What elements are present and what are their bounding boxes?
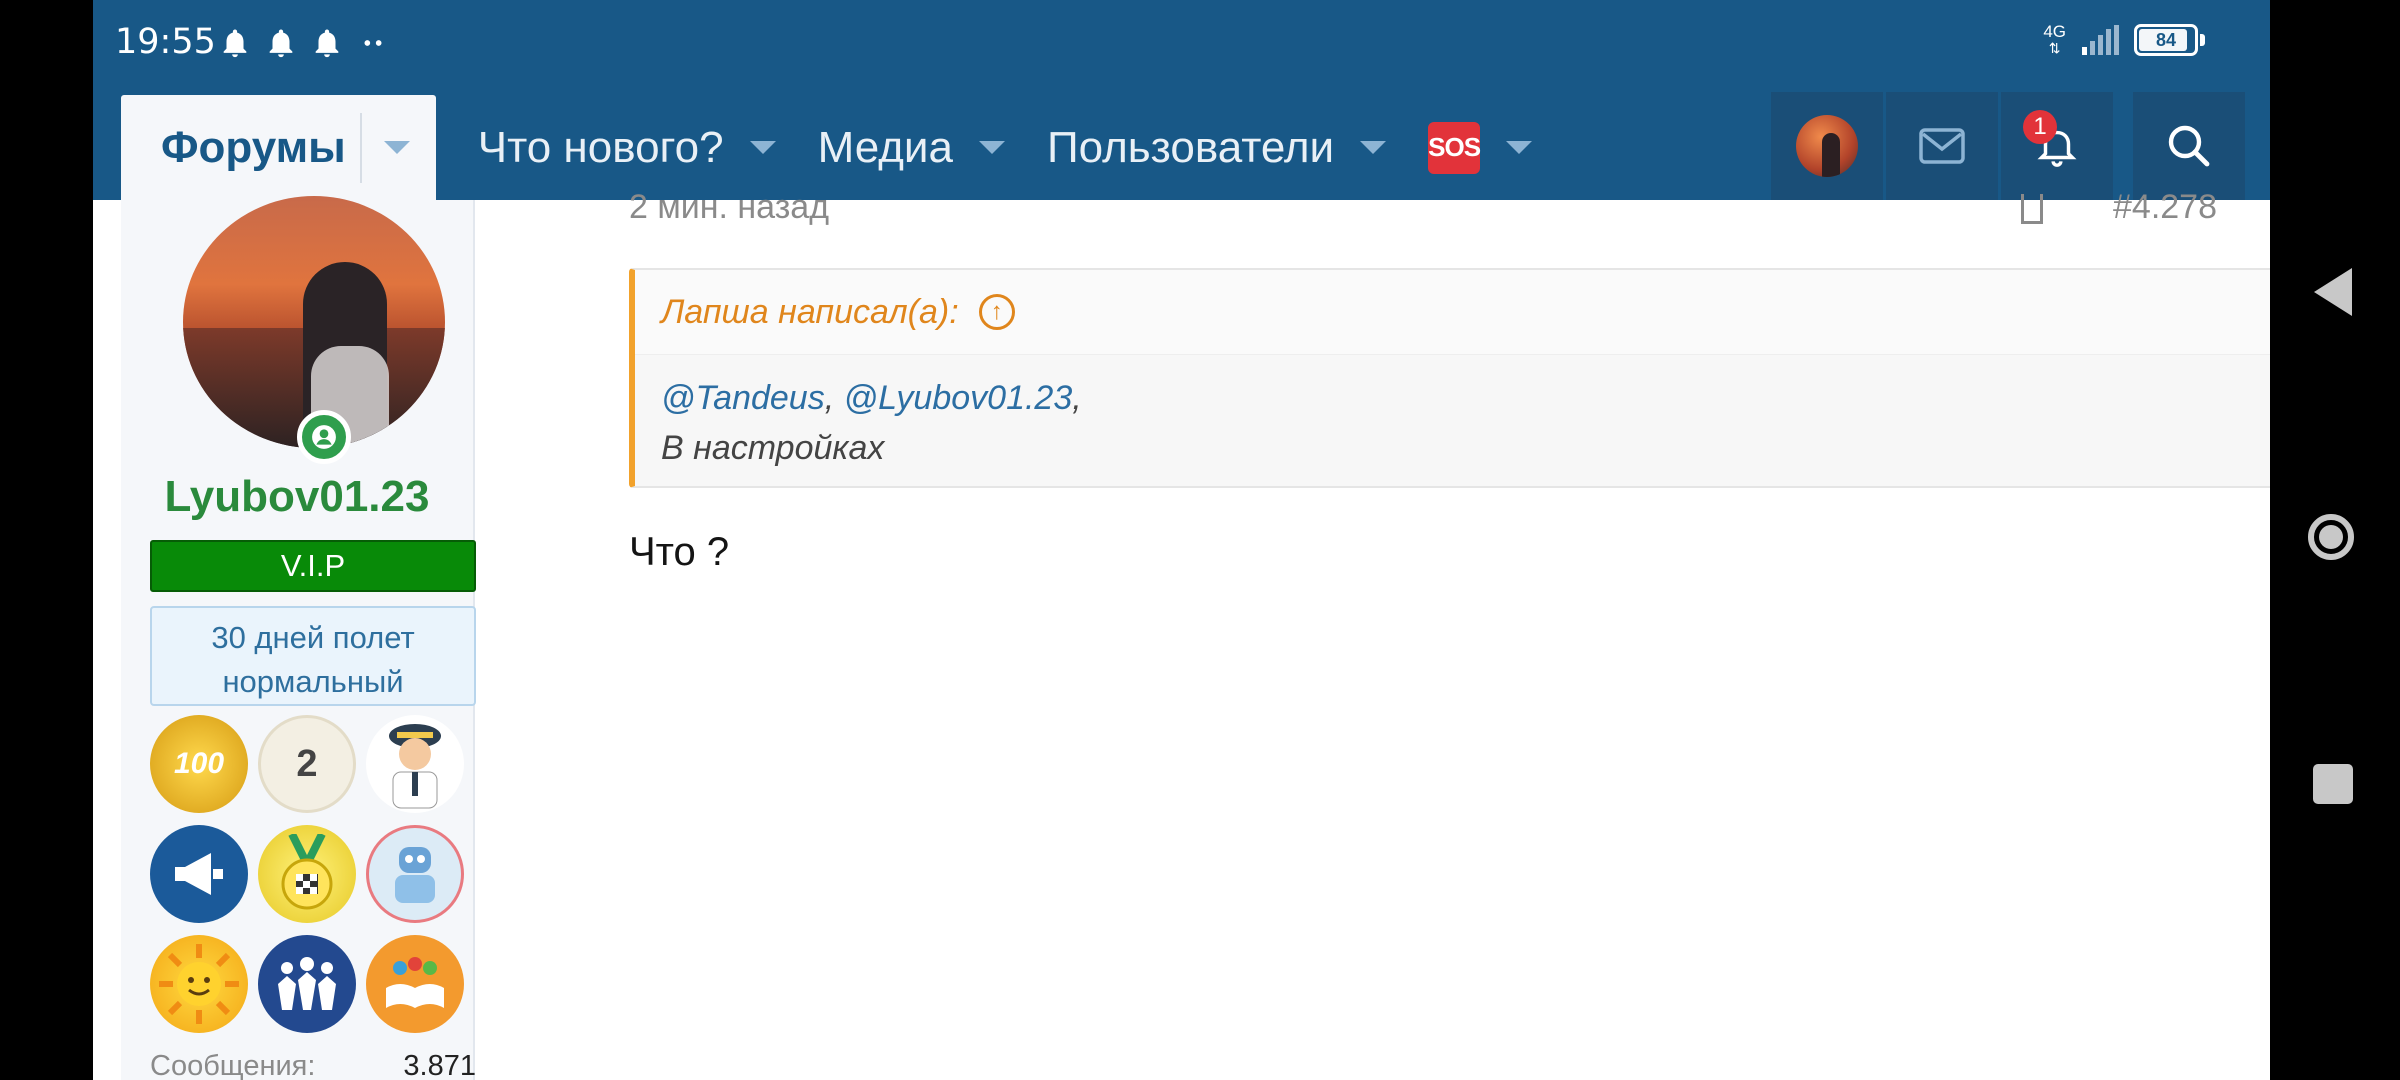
search-icon bbox=[2168, 125, 2210, 167]
user-status-box: 30 дней полет нормальный bbox=[150, 606, 476, 706]
more-dots-icon bbox=[364, 40, 382, 46]
sun-icon bbox=[159, 944, 239, 1024]
post-message: Что ? bbox=[629, 530, 730, 574]
status-time: 19:55 bbox=[115, 22, 216, 62]
megaphone-trophy-icon[interactable] bbox=[150, 825, 248, 923]
medal-trophy-icon[interactable] bbox=[258, 825, 356, 923]
post-number[interactable]: #4.278 bbox=[2113, 188, 2217, 227]
battery-icon: 84 bbox=[2134, 24, 2198, 56]
robot-trophy-icon[interactable] bbox=[366, 825, 464, 923]
tab-members[interactable]: Пользователи bbox=[1046, 122, 1387, 173]
chevron-down-icon[interactable] bbox=[978, 141, 1005, 154]
stat-messages: Сообщения: 3.871 bbox=[150, 1050, 476, 1080]
envelope-icon bbox=[1919, 128, 1965, 164]
account-button[interactable] bbox=[1771, 92, 1883, 200]
tab-whats-new-label: Что нового? bbox=[477, 122, 724, 172]
comma: , bbox=[824, 379, 844, 417]
app-screen: 19:55 4G ⇅ 84 Форумы Что нового? Медиа П… bbox=[93, 0, 2270, 1080]
inbox-button[interactable] bbox=[1886, 92, 1998, 200]
trophy-icon[interactable]: 2 bbox=[258, 715, 356, 813]
tab-media[interactable]: Медиа bbox=[818, 123, 1005, 173]
mention-link[interactable]: @Lyubov01.23 bbox=[844, 379, 1073, 417]
user-status-line1: 30 дней полет bbox=[211, 620, 415, 655]
tab-forums[interactable]: Форумы bbox=[121, 95, 436, 200]
book-icon bbox=[386, 957, 444, 1008]
tab-divider bbox=[359, 112, 362, 183]
user-icon bbox=[312, 425, 336, 449]
post-time[interactable]: 2 мин. назад bbox=[629, 188, 829, 227]
comma: , bbox=[1072, 379, 1082, 417]
robot-icon bbox=[395, 847, 435, 903]
user-status-line2: нормальный bbox=[222, 664, 404, 699]
stat-label: Сообщения: bbox=[150, 1050, 316, 1080]
user-rank-banner: V.I.P bbox=[150, 540, 476, 592]
megaphone-icon bbox=[175, 853, 223, 895]
post-author-panel: Lyubov01.23 V.I.P 30 дней полет нормальн… bbox=[121, 196, 476, 1080]
user-nav: 1 bbox=[1771, 92, 2116, 200]
bookmark-icon[interactable] bbox=[2021, 194, 2043, 224]
pilot-trophy-icon[interactable] bbox=[366, 715, 464, 813]
quote-mentions: @Tandeus, @Lyubov01.23, bbox=[661, 373, 2270, 423]
quote-text: В настройках bbox=[661, 429, 885, 467]
medal-icon bbox=[281, 834, 333, 910]
tab-forums-label: Форумы bbox=[161, 122, 346, 172]
people-icon bbox=[278, 957, 336, 1010]
quote-block: Лапша написал(а): ↑ @Tandeus, @Lyubov01.… bbox=[629, 268, 2270, 488]
arrow-up-circle-icon[interactable]: ↑ bbox=[978, 294, 1015, 330]
chevron-down-icon[interactable] bbox=[1506, 141, 1533, 154]
recent-apps-icon[interactable] bbox=[2313, 764, 2353, 804]
trophy-icon[interactable]: 100 bbox=[150, 715, 248, 813]
tab-media-label: Медиа bbox=[817, 122, 953, 172]
bell-icon bbox=[315, 29, 339, 58]
people-trophy-icon[interactable] bbox=[258, 935, 356, 1033]
quote-author: Лапша написал(а): bbox=[661, 292, 959, 331]
post-body: 2 мин. назад #4.278 Лапша написал(а): ↑ … bbox=[473, 188, 2270, 1080]
alerts-count-badge: 1 bbox=[2023, 110, 2057, 144]
sos-icon: SOS bbox=[1428, 121, 1481, 174]
tab-sos[interactable]: SOS bbox=[1428, 121, 1533, 174]
system-navigation-bar bbox=[2270, 0, 2400, 1080]
author-username[interactable]: Lyubov01.23 bbox=[121, 472, 473, 522]
chevron-down-icon[interactable] bbox=[1360, 141, 1387, 154]
online-status-icon bbox=[297, 410, 351, 464]
battery-tip bbox=[2200, 34, 2205, 46]
chevron-down-icon[interactable] bbox=[383, 141, 410, 154]
data-arrows-icon: ⇅ bbox=[2048, 40, 2061, 56]
author-avatar[interactable] bbox=[183, 196, 445, 448]
back-icon[interactable] bbox=[2314, 268, 2352, 316]
tab-whats-new[interactable]: Что нового? bbox=[478, 123, 776, 173]
forum-tabs: Форумы Что нового? Медиа Пользователи SO… bbox=[121, 95, 1533, 200]
home-icon[interactable] bbox=[2308, 514, 2354, 560]
signal-icon bbox=[2082, 25, 2119, 55]
network-indicator: 4G ⇅ bbox=[2043, 22, 2066, 56]
mention-link[interactable]: @Tandeus bbox=[661, 379, 825, 417]
chevron-down-icon[interactable] bbox=[749, 141, 776, 154]
trophy-grid: 100 2 bbox=[150, 715, 476, 1033]
bell-icon bbox=[269, 29, 293, 58]
tab-members-label: Пользователи bbox=[1046, 122, 1335, 172]
quote-header[interactable]: Лапша написал(а): ↑ bbox=[635, 270, 2270, 355]
network-type: 4G bbox=[2043, 22, 2066, 41]
alerts-button[interactable]: 1 bbox=[2001, 92, 2113, 200]
book-trophy-icon[interactable] bbox=[366, 935, 464, 1033]
sun-trophy-icon[interactable] bbox=[150, 935, 248, 1033]
top-navbar: 19:55 4G ⇅ 84 Форумы Что нового? Медиа П… bbox=[93, 0, 2270, 200]
pilot-icon bbox=[389, 724, 441, 809]
status-system: 4G ⇅ 84 bbox=[2043, 22, 2205, 56]
quote-content: @Tandeus, @Lyubov01.23, В настройках bbox=[635, 355, 2270, 491]
stat-value[interactable]: 3.871 bbox=[403, 1050, 476, 1080]
search-button[interactable] bbox=[2133, 92, 2245, 200]
bell-icon bbox=[223, 29, 247, 58]
avatar bbox=[1796, 115, 1858, 177]
status-notifications bbox=[218, 26, 390, 60]
battery-level: 84 bbox=[2155, 29, 2177, 50]
